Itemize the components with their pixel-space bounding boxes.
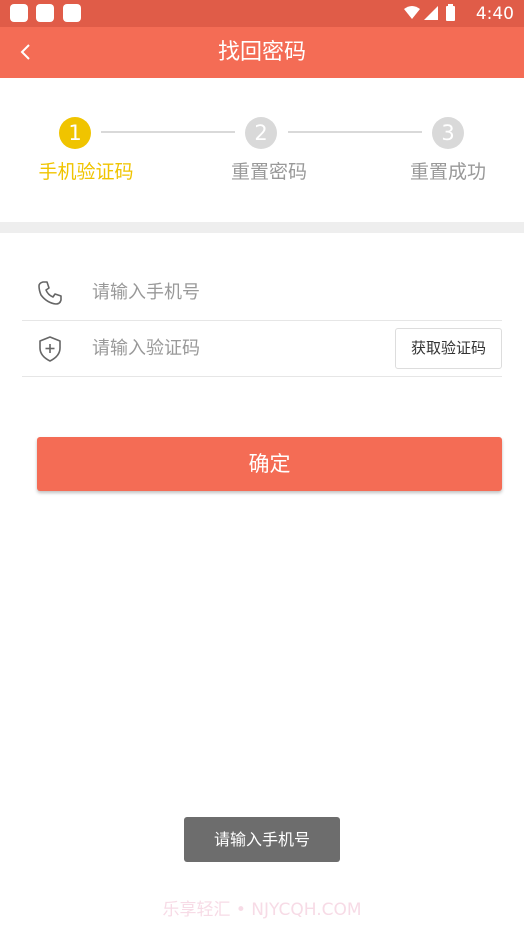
chevron-left-icon <box>20 44 30 60</box>
title-bar: 找回密码 <box>0 27 524 78</box>
step-connector <box>288 131 422 133</box>
back-button[interactable] <box>10 37 40 67</box>
notification-icon <box>63 4 81 22</box>
section-divider <box>0 222 524 233</box>
step-1-circle: 1 <box>59 117 91 149</box>
status-bar: 4:40 <box>0 0 524 27</box>
code-row: 获取验证码 <box>22 321 502 377</box>
phone-input[interactable] <box>92 275 372 309</box>
step-indicator: 1 2 3 手机验证码 重置密码 重置成功 <box>0 78 524 222</box>
battery-icon <box>446 6 455 21</box>
cell-signal-icon <box>424 6 438 20</box>
step-2-label: 重置密码 <box>230 161 307 183</box>
notification-icon <box>36 4 54 22</box>
confirm-button[interactable]: 确定 <box>37 437 502 491</box>
page-title: 找回密码 <box>217 40 306 65</box>
toast-message: 请输入手机号 <box>184 817 340 862</box>
wifi-icon <box>404 6 420 19</box>
get-code-button[interactable]: 获取验证码 <box>395 328 502 369</box>
watermark: 乐享轻汇 • NJYCQH.COM <box>162 900 362 920</box>
shield-plus-icon <box>39 336 61 362</box>
step-connector <box>101 131 235 133</box>
signal-battery-icons <box>404 4 455 21</box>
step-2-circle: 2 <box>245 117 277 149</box>
phone-row <box>22 265 502 321</box>
verification-code-input[interactable] <box>92 331 372 365</box>
notification-icon <box>10 4 28 22</box>
step-3-circle: 3 <box>432 117 464 149</box>
phone-icon <box>38 281 62 305</box>
step-1-label: 手机验证码 <box>38 161 134 183</box>
status-time: 4:40 <box>475 4 514 24</box>
step-3-label: 重置成功 <box>409 161 486 183</box>
